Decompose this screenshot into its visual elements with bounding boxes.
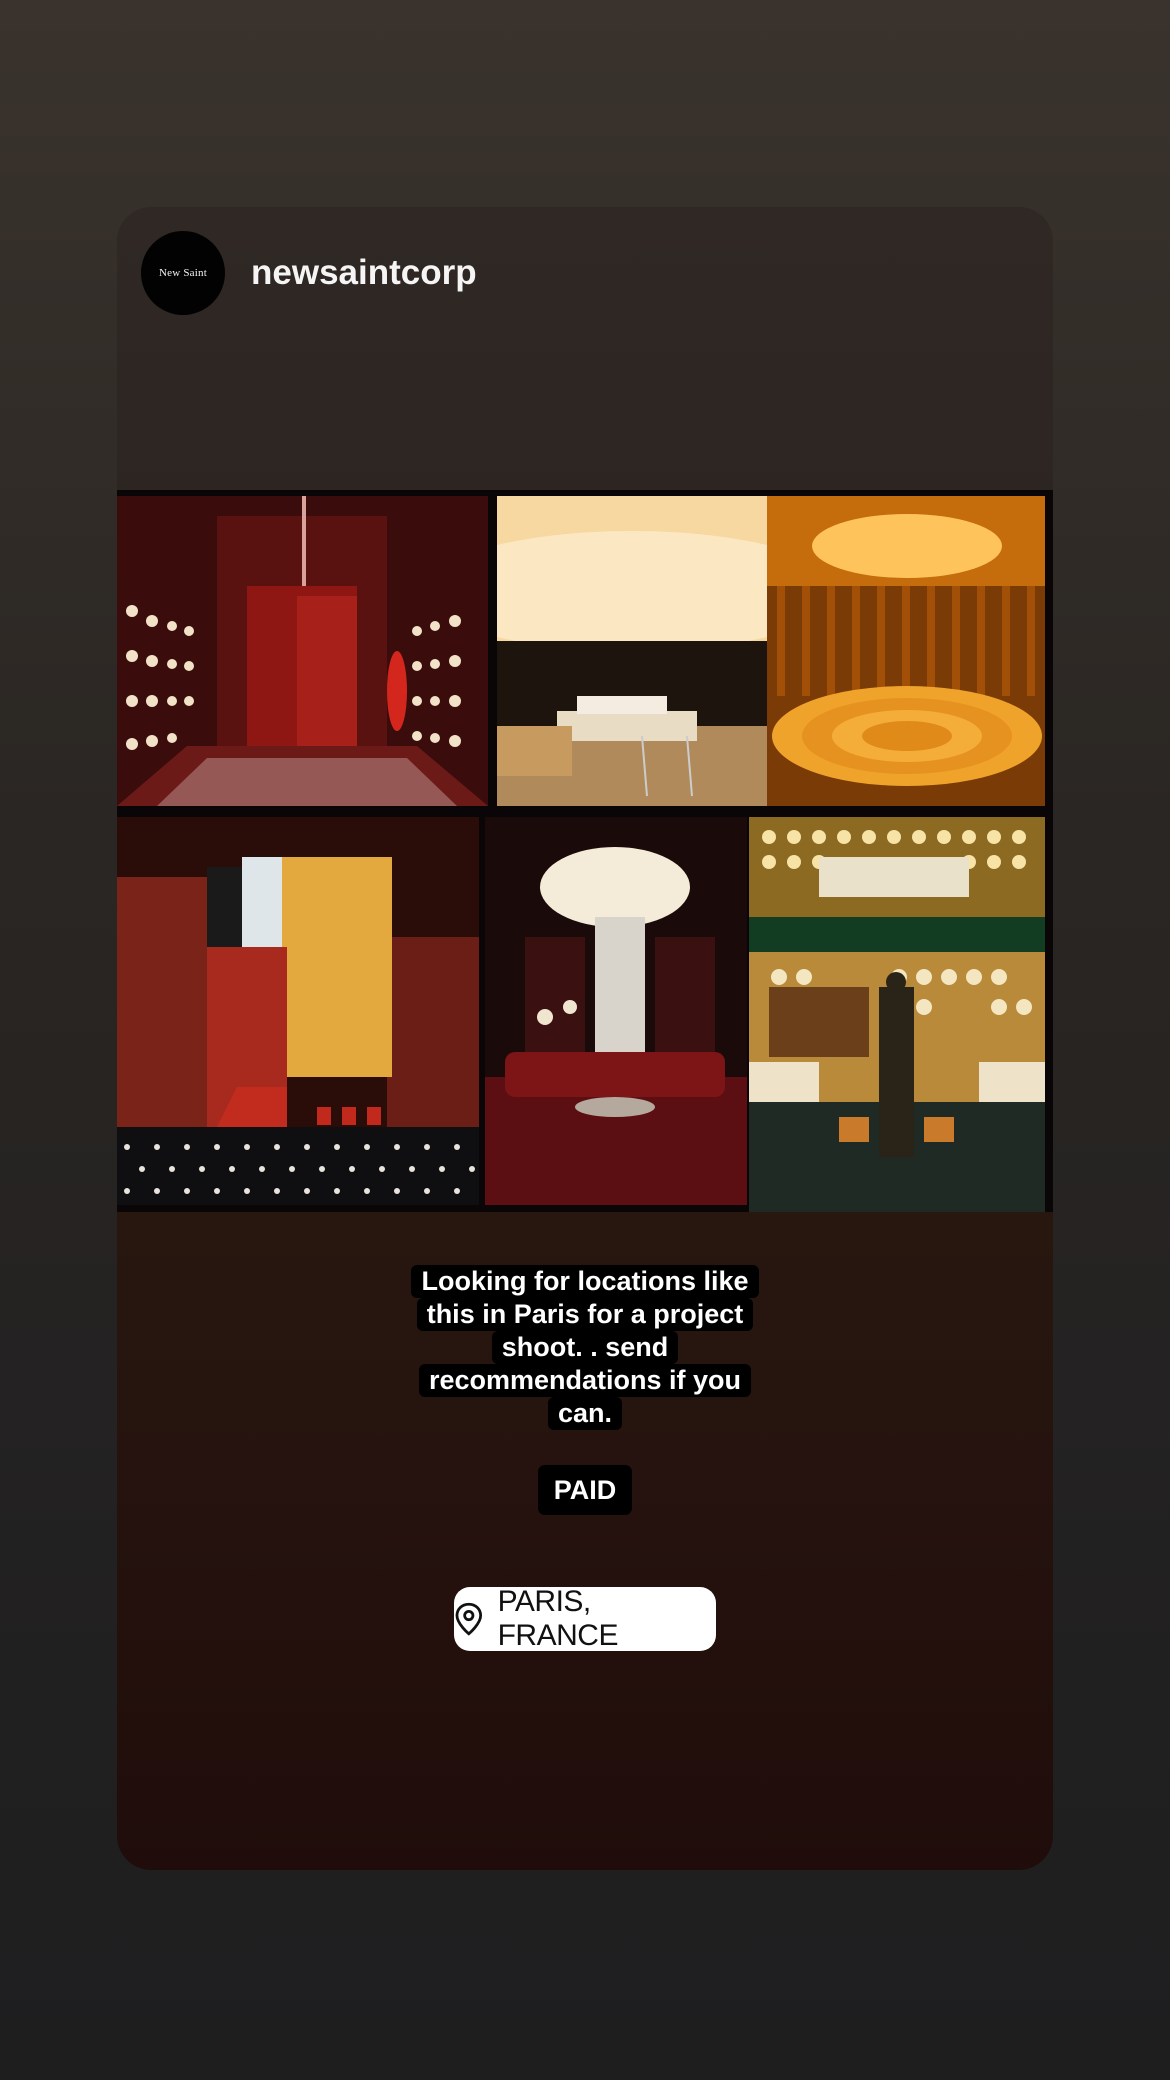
collage-image-amber-rotunda [767, 496, 1045, 806]
story-caption: Looking for locations like this in Paris… [117, 1265, 1053, 1430]
location-pin-icon [455, 1602, 483, 1636]
collage-image-staircase-hall [117, 817, 479, 1205]
caption-line-5: can. [547, 1397, 623, 1430]
caption-line-3: shoot. . send [491, 1331, 679, 1364]
avatar-logo-text: New Saint [159, 267, 207, 279]
location-sticker[interactable]: PARIS, FRANCE [454, 1585, 716, 1652]
collage-image-red-lounge [485, 817, 747, 1205]
avatar[interactable]: New Saint [141, 231, 225, 315]
caption-line-2: this in Paris for a project [416, 1298, 754, 1331]
caption-line-1: Looking for locations like [411, 1265, 759, 1298]
post-header: New Saint newsaintcorp [141, 231, 477, 315]
story-card: New Saint newsaintcorp Looking for locat… [117, 207, 1053, 1870]
paid-tag: PAID [538, 1465, 632, 1515]
image-collage[interactable] [117, 490, 1053, 1212]
collage-image-red-corridor [117, 496, 488, 806]
collage-image-lounge-oval-ceiling [497, 496, 767, 806]
caption-line-4: recommendations if you [418, 1364, 752, 1397]
collage-image-gold-lounge [749, 817, 1045, 1212]
username[interactable]: newsaintcorp [251, 253, 477, 293]
location-label: PARIS, FRANCE [497, 1585, 619, 1652]
